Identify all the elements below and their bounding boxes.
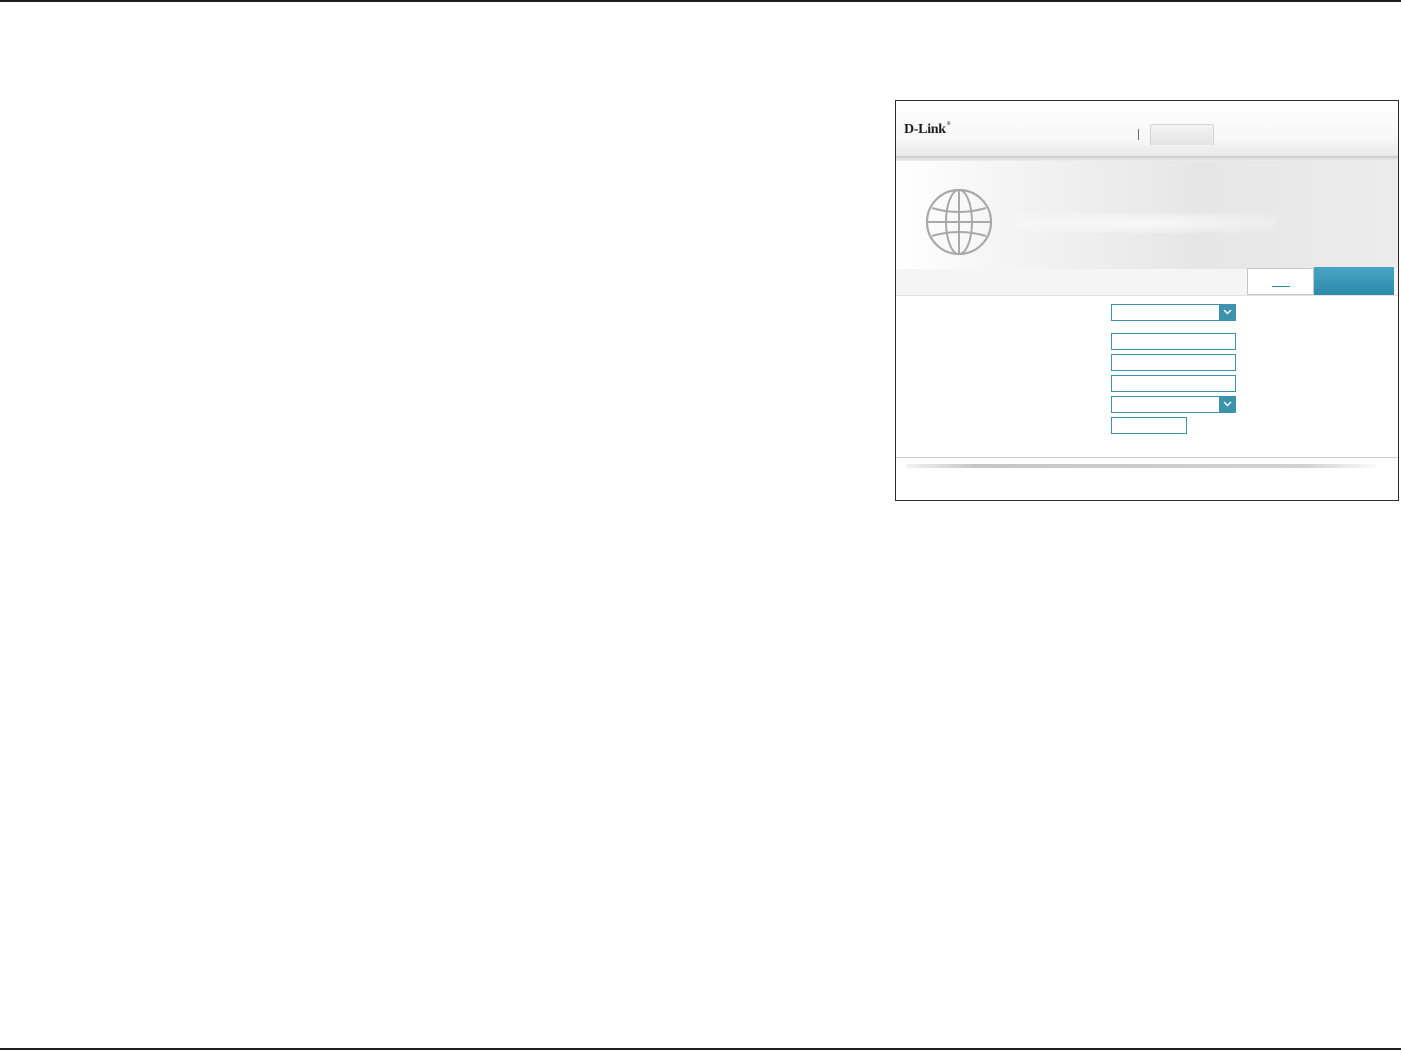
content-divider (896, 457, 1398, 458)
globe-icon (925, 188, 993, 256)
logo-text: D-Link (904, 122, 946, 137)
page-top-rule (0, 0, 1401, 2)
option-select[interactable] (1111, 396, 1236, 413)
chevron-down-icon[interactable] (1219, 305, 1235, 320)
header-bar: D-Link® (896, 101, 1398, 156)
page-banner (896, 161, 1398, 269)
link-underline (1272, 286, 1290, 287)
dlink-logo[interactable]: D-Link® (904, 122, 951, 138)
page-bottom-rule (0, 1048, 1401, 1050)
secondary-button[interactable] (1247, 268, 1314, 295)
chevron-down-icon[interactable] (1219, 397, 1235, 412)
footer-bar (906, 464, 1376, 468)
router-ui-screenshot: D-Link® (895, 100, 1399, 501)
nav-tab[interactable] (1150, 124, 1214, 145)
short-text-field[interactable] (1111, 417, 1187, 434)
nav-divider (1138, 129, 1139, 140)
text-field-2[interactable] (1111, 354, 1236, 371)
mode-select[interactable] (1111, 304, 1236, 321)
manual-page: D-Link® (0, 0, 1401, 1051)
registered-mark: ® (946, 122, 951, 127)
banner-highlight (1016, 213, 1276, 233)
save-button[interactable] (1314, 267, 1394, 295)
text-field-3[interactable] (1111, 375, 1236, 392)
text-field-1[interactable] (1111, 333, 1236, 350)
